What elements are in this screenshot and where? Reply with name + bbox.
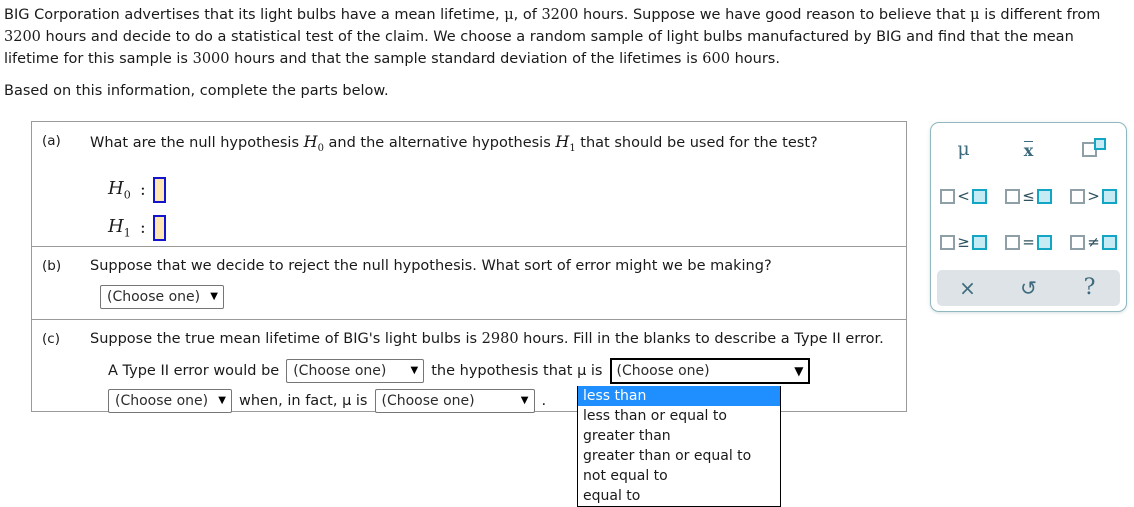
part-c-line1-mid: the hypothesis that μ is (431, 363, 603, 379)
empty-box-icon (1005, 234, 1021, 250)
mu-icon: μ (957, 138, 970, 160)
dropdown-option-greater-than[interactable]: greater than (578, 426, 780, 446)
palette-not-equal-button[interactable]: ≠ (1065, 227, 1123, 257)
part-a-question-post: that should be used for the test? (575, 135, 818, 151)
dropdown-option-greater-than-or-equal-to[interactable]: greater than or equal to (578, 446, 780, 466)
part-b-question: Suppose that we decide to reject the nul… (90, 258, 772, 274)
clear-button[interactable]: × (948, 273, 988, 303)
empty-box-icon (1070, 234, 1086, 250)
superscript-box-icon (1093, 138, 1106, 150)
undo-button[interactable]: ↺ (1009, 273, 1049, 303)
intro-paragraph-1: BIG Corporation advertises that its ligh… (4, 7, 1101, 67)
palette-x-bar-button[interactable]: x (1000, 134, 1058, 164)
empty-box-icon (940, 234, 956, 250)
chevron-down-icon: ▼ (410, 365, 419, 376)
part-c-select-comparison[interactable]: (Choose one) ▼ (609, 358, 810, 384)
part-c-select-action[interactable]: (Choose one) ▼ (286, 359, 425, 383)
hypothesis-row-h1: H1 : (108, 209, 896, 247)
palette-equals-button[interactable]: = (1000, 227, 1058, 257)
h1-colon: : (140, 218, 146, 239)
part-b-error-type-select[interactable]: (Choose one) ▼ (100, 285, 224, 309)
chevron-down-icon: ▼ (218, 395, 226, 406)
part-a-question: What are the null hypothesis H0 and the … (90, 132, 818, 155)
part-c-select-fact-comparison-value: (Choose one) (381, 393, 475, 409)
less-than-icon: < (957, 187, 970, 205)
h0-colon: : (140, 180, 146, 201)
h0-answer-input[interactable] (152, 177, 166, 204)
chevron-down-icon: ▼ (520, 395, 529, 406)
part-c-true-mean: 2980 (481, 331, 519, 347)
palette-superscript-button[interactable] (1065, 134, 1123, 164)
dropdown-option-equal-to[interactable]: equal to (578, 486, 780, 506)
part-c-select-action-value: (Choose one) (293, 363, 387, 379)
problem-statement: BIG Corporation advertises that its ligh… (4, 4, 1130, 108)
part-b-label: (b) (42, 258, 62, 274)
h0-label: H0 (108, 178, 131, 202)
h1-label: H1 (108, 216, 131, 240)
palette-greater-than-button[interactable]: > (1065, 181, 1123, 211)
part-c-line-1: A Type II error would be (Choose one) ▼ … (108, 356, 896, 386)
part-c-select-fact-action-value: (Choose one) (115, 393, 209, 409)
part-c-question: Suppose the true mean lifetime of BIG's … (90, 329, 896, 350)
part-c-select-fact-comparison[interactable]: (Choose one) ▼ (374, 389, 535, 413)
part-a: (a) What are the null hypothesis H0 and … (32, 122, 906, 246)
chevron-down-icon: ▼ (794, 364, 804, 378)
less-than-or-equal-icon: ≤ (1022, 187, 1035, 205)
intro-paragraph-2: Based on this information, complete the … (4, 83, 389, 99)
part-a-question-pre: What are the null hypothesis (90, 135, 304, 151)
part-c-line2-mid: when, in fact, μ is (239, 393, 368, 409)
filled-box-icon (1036, 234, 1052, 250)
dropdown-option-less-than[interactable]: less than (578, 386, 780, 406)
filled-box-icon (1101, 234, 1117, 250)
filled-box-icon (971, 188, 987, 204)
comparison-dropdown-list[interactable]: less than less than or equal to greater … (577, 386, 781, 507)
filled-box-icon (1101, 188, 1117, 204)
part-c-question-pre: Suppose the true mean lifetime of BIG's … (90, 331, 482, 347)
part-b-select-value: (Choose one) (107, 289, 201, 305)
part-c-label: (c) (42, 331, 60, 347)
h1-answer-input[interactable] (152, 215, 166, 242)
part-a-label: (a) (42, 133, 61, 149)
empty-box-icon (940, 188, 956, 204)
symbol-palette-grid: μ x < ≤ > ≥ = ≠ (931, 123, 1126, 265)
equals-icon: = (1022, 233, 1035, 251)
part-b: (b) Suppose that we decide to reject the… (32, 246, 906, 319)
not-equal-icon: ≠ (1087, 233, 1100, 251)
dropdown-option-not-equal-to[interactable]: not equal to (578, 466, 780, 486)
part-c-select-fact-action[interactable]: (Choose one) ▼ (108, 389, 232, 413)
part-c-line2-period: . (541, 393, 547, 409)
x-bar-icon: x (1023, 140, 1034, 160)
filled-box-icon (1036, 188, 1052, 204)
filled-box-icon (971, 234, 987, 250)
help-button[interactable]: ? (1070, 273, 1110, 303)
hypothesis-row-h0: H0 : (108, 171, 896, 209)
palette-greater-than-or-equal-button[interactable]: ≥ (935, 227, 993, 257)
empty-box-icon (1070, 188, 1086, 204)
palette-toolbar: × ↺ ? (937, 270, 1120, 306)
part-a-question-mid: and the alternative hypothesis (323, 135, 556, 151)
chevron-down-icon: ▼ (210, 291, 218, 302)
part-c-line1-lead: A Type II error would be (108, 363, 280, 379)
part-c-select-comparison-value: (Choose one) (616, 363, 710, 379)
palette-less-than-button[interactable]: < (935, 181, 993, 211)
part-c-question-post: hours. Fill in the blanks to describe a … (518, 331, 884, 347)
greater-than-or-equal-icon: ≥ (957, 233, 970, 251)
empty-box-icon (1005, 188, 1021, 204)
question-box: (a) What are the null hypothesis H0 and … (31, 121, 907, 413)
dropdown-option-less-than-or-equal-to[interactable]: less than or equal to (578, 406, 780, 426)
palette-mu-button[interactable]: μ (935, 134, 993, 164)
symbol-palette: μ x < ≤ > ≥ = ≠ × ↺ ? (930, 122, 1127, 312)
palette-less-than-or-equal-button[interactable]: ≤ (1000, 181, 1058, 211)
greater-than-icon: > (1087, 187, 1100, 205)
